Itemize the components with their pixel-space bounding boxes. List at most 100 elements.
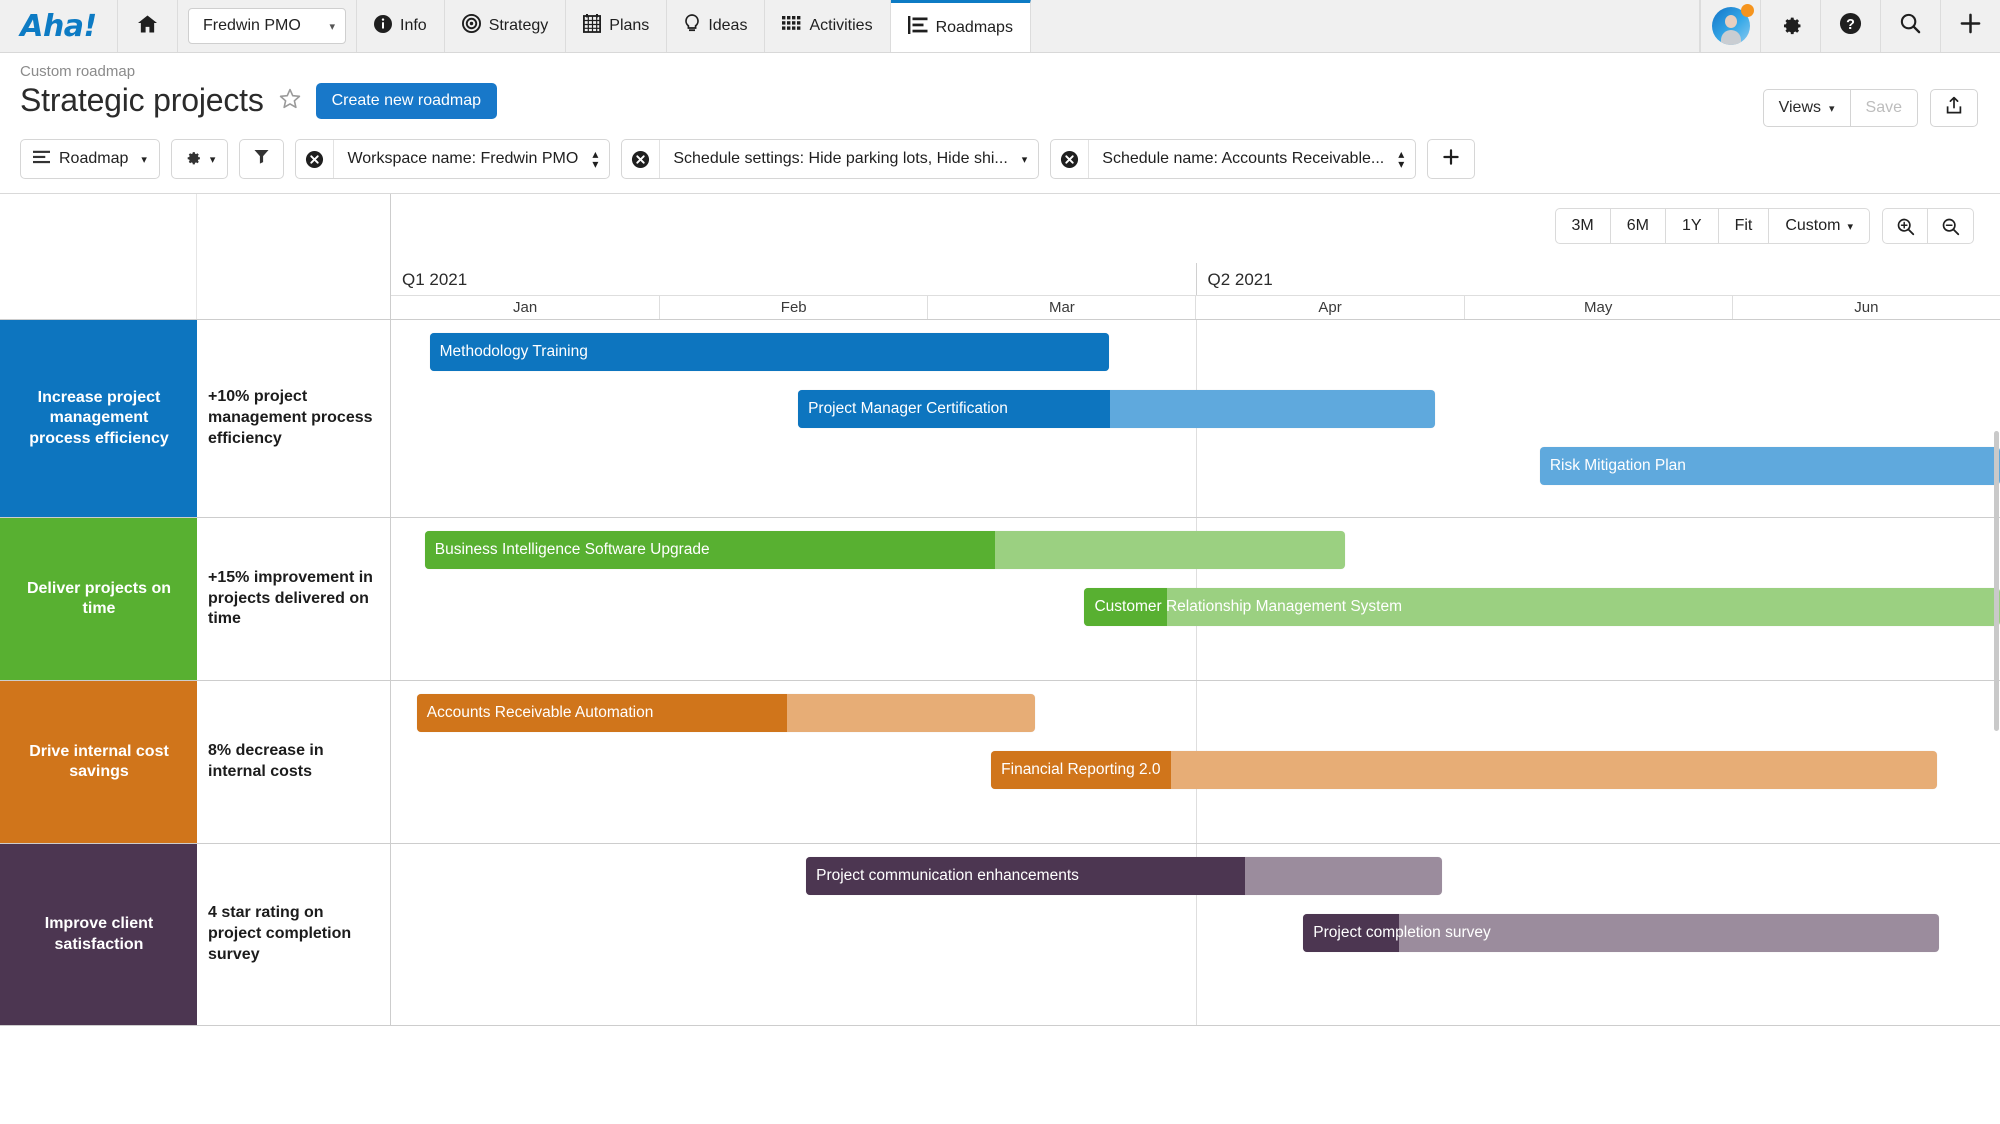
clear-circle-icon[interactable]: [622, 140, 661, 178]
roadmap-bar-remainder: [1110, 390, 1435, 428]
roadmap-bar[interactable]: Financial Reporting 2.0: [991, 751, 1938, 789]
updown-caret-icon: ▴ ▾: [592, 146, 599, 171]
timeline-quarters-row: Q1 2021 Q2 2021: [391, 263, 2000, 296]
timeline-quarter-label: Q2 2021: [1195, 263, 2000, 296]
metric-cell[interactable]: +10% project management process efficien…: [197, 320, 391, 517]
views-button[interactable]: Views ▾: [1762, 89, 1851, 127]
metric-label: 4 star rating on project completion surv…: [208, 904, 352, 963]
filter-schedule-name-control[interactable]: Schedule name: Accounts Receivable... ▴ ▾: [1089, 140, 1415, 178]
timeline-month-label: Feb: [659, 296, 927, 319]
add-filter-button[interactable]: [1427, 139, 1476, 179]
clear-circle-icon[interactable]: [296, 140, 335, 178]
nav-home-button[interactable]: [118, 0, 178, 52]
add-button[interactable]: [1940, 0, 2000, 52]
timeline-month-label: Jan: [512, 299, 538, 316]
notification-badge: [1740, 4, 1754, 17]
nav-item-label: Ideas: [708, 17, 748, 34]
roadmap-row: Drive internal cost savings 8% decrease i…: [0, 681, 2000, 844]
nav-item-plans[interactable]: Plans: [566, 0, 668, 52]
nav-item-activities[interactable]: Activities: [765, 0, 891, 52]
metric-cell[interactable]: 8% decrease in internal costs: [197, 681, 391, 843]
goal-cell[interactable]: Increase project management process effi…: [0, 320, 197, 517]
save-button[interactable]: Save: [1850, 89, 1918, 127]
workspace-switcher[interactable]: Fredwin PMO ▾: [188, 8, 346, 44]
roadmap-rows: Increase project management process effi…: [0, 320, 2000, 1026]
filter-label: Schedule name: Accounts Receivable...: [1102, 150, 1385, 167]
nav-item-strategy[interactable]: Strategy: [445, 0, 567, 52]
roadmap-bar[interactable]: Risk Mitigation Plan: [1539, 447, 2000, 485]
gear-icon: [184, 148, 201, 170]
roadmap-bar-remainder: [1245, 857, 1442, 895]
roadmap-bar[interactable]: Customer Relationship Management System: [1084, 588, 2000, 626]
gear-icon: [1779, 12, 1802, 40]
aha-logo[interactable]: Aha!: [0, 0, 118, 52]
chevron-down-icon: ▾: [1021, 153, 1028, 166]
timeline-lane: Business Intelligence Software Upgrade Cu…: [391, 518, 2000, 680]
share-upload-icon: [1945, 96, 1963, 120]
roadmap-bar-remainder: [1167, 588, 2000, 626]
roadmap-bar-remainder: [1399, 914, 1939, 952]
range-custom-button[interactable]: Custom ▾: [1769, 208, 1870, 244]
filter-label: Schedule settings: Hide parking lots, Hi…: [673, 150, 1008, 167]
nav-item-ideas[interactable]: Ideas: [667, 0, 766, 52]
roadmap-bar-progress: [806, 857, 1245, 895]
create-new-roadmap-button[interactable]: Create new roadmap: [315, 82, 498, 119]
help-button[interactable]: ?: [1820, 0, 1880, 52]
vertical-scrollbar[interactable]: [1993, 321, 2000, 1111]
clear-circle-icon[interactable]: [1051, 140, 1090, 178]
roadmap-bar[interactable]: Project communication enhancements: [806, 857, 1442, 895]
filter-toolbar: Roadmap ▾ ▾ Workspace name: Fredwin PMO …: [0, 131, 2000, 193]
save-label: Save: [1865, 99, 1902, 116]
nav-right-actions: ?: [1700, 0, 2000, 52]
roadmap-view-selector[interactable]: Roadmap ▾: [20, 139, 160, 179]
range-3m-button[interactable]: 3M: [1554, 208, 1611, 244]
breadcrumb: Custom roadmap: [20, 63, 136, 80]
goal-cell[interactable]: Drive internal cost savings: [0, 681, 197, 843]
page-header: Custom roadmap Strategic projects Create…: [0, 53, 2000, 131]
star-outline-icon[interactable]: [278, 87, 302, 115]
filter-button[interactable]: [239, 139, 285, 179]
settings-button[interactable]: [1760, 0, 1820, 52]
filter-workspace-name-control[interactable]: Workspace name: Fredwin PMO ▴ ▾: [334, 140, 609, 178]
nav-spacer: [1031, 0, 1700, 52]
roadmap-bar-progress: [1303, 914, 1399, 952]
nav-item-label: Plans: [609, 17, 650, 34]
nav-item-label: Strategy: [488, 17, 549, 34]
range-fit-button[interactable]: Fit: [1718, 208, 1770, 244]
chevron-down-icon: ▾: [1847, 220, 1853, 233]
roadmap-row: Deliver projects on time +15% improvement…: [0, 518, 2000, 681]
roadmap-bar[interactable]: Methodology Training: [429, 333, 1109, 371]
funnel-icon: [254, 149, 269, 169]
goal-cell[interactable]: Improve client satisfaction: [0, 844, 197, 1025]
plus-icon: [1443, 148, 1459, 170]
top-navigation-bar: Aha! Fredwin PMO ▾ Info Strategy Plans I…: [0, 0, 2000, 53]
metric-cell[interactable]: 4 star rating on project completion surv…: [197, 844, 391, 1025]
timeline-months-row: Jan Feb Mar Apr May Jun: [391, 295, 2000, 319]
range-6m-button[interactable]: 6M: [1610, 208, 1666, 244]
settings-dropdown-button[interactable]: ▾: [170, 139, 229, 179]
goal-cell[interactable]: Deliver projects on time: [0, 518, 197, 680]
nav-item-info[interactable]: Info: [357, 0, 445, 52]
roadmap-bar[interactable]: Project Manager Certification: [798, 390, 1436, 428]
magnifier-minus-icon[interactable]: [1928, 208, 1974, 244]
roadmap-bar-remainder: [787, 694, 1034, 732]
magnifier-plus-icon[interactable]: [1882, 208, 1928, 244]
chevron-down-icon: ▾: [329, 20, 335, 33]
home-icon: [138, 14, 157, 38]
user-avatar[interactable]: [1700, 0, 1760, 52]
share-button[interactable]: [1930, 89, 1978, 127]
range-1y-button[interactable]: 1Y: [1665, 208, 1719, 244]
search-button[interactable]: [1880, 0, 1940, 52]
nav-item-label: Info: [400, 17, 427, 34]
roadmap-bar[interactable]: Accounts Receivable Automation: [416, 694, 1035, 732]
grid-icon: [782, 15, 801, 37]
filter-label: Workspace name: Fredwin PMO: [347, 150, 579, 167]
roadmap-bar[interactable]: Project completion survey: [1303, 914, 1939, 952]
metric-cell[interactable]: +15% improvement in projects delivered o…: [197, 518, 391, 680]
nav-item-roadmaps[interactable]: Roadmaps: [890, 0, 1031, 52]
filter-schedule-settings-control[interactable]: Schedule settings: Hide parking lots, Hi…: [660, 140, 1038, 178]
metric-column-header: [197, 194, 390, 319]
svg-text:?: ?: [1846, 17, 1855, 33]
vertical-scrollbar-thumb[interactable]: [1994, 431, 1999, 731]
roadmap-bar[interactable]: Business Intelligence Software Upgrade: [424, 531, 1346, 569]
